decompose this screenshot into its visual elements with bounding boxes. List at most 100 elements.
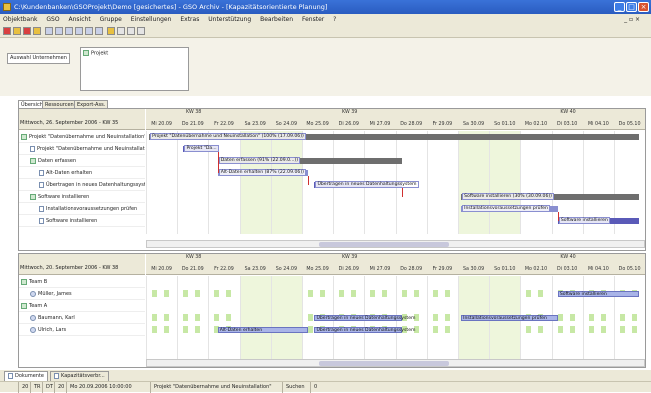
resource-bar-label: Übertragen in neues Datenhaltungssystem [316, 316, 416, 321]
gantt-day-label: Do 28.09 [400, 122, 423, 127]
gantt-bar[interactable]: Software installieren [557, 217, 639, 224]
gantt-grid-line [302, 131, 303, 234]
person-icon [30, 290, 36, 297]
gantt-week-row: KW 38 KW 39 KW 40 [146, 110, 645, 119]
capacity-marker [152, 290, 157, 297]
find-icon[interactable] [137, 27, 145, 35]
resource-bar[interactable]: Software installieren [557, 291, 639, 297]
resource-bar[interactable]: Alt-Daten erhalten [217, 327, 309, 333]
gantt-week-label: KW 40 [560, 110, 576, 115]
menu-item-help[interactable]: ? [333, 16, 336, 23]
gantt-bar-label: Installationsvoraussetzungen prüfen [462, 205, 550, 212]
gantt-tree-row[interactable]: Daten erfassen [19, 155, 145, 167]
resource-tree-label: Team B [29, 279, 48, 285]
close-button[interactable]: × [638, 2, 649, 12]
minimize-button[interactable]: _ [614, 2, 625, 12]
paste-icon[interactable] [95, 27, 103, 35]
capacity-marker [195, 290, 201, 297]
redo-icon[interactable] [127, 27, 135, 35]
open-icon[interactable] [13, 27, 21, 35]
select-company-button[interactable]: Auswahl Unternehmen [7, 53, 70, 64]
menu-item-objektbank[interactable]: Objektbank [3, 16, 37, 23]
gantt-tree-label: Übertragen in neues Datenhaltungssystem [46, 182, 145, 188]
gantt-tree-row[interactable]: Software installieren [19, 191, 145, 203]
gantt-bar[interactable]: Software installieren (30% (30.09.06)) [461, 193, 639, 200]
gantt-tree-row[interactable]: Software installieren [19, 215, 145, 227]
gantt-week-label: KW 39 [342, 110, 358, 115]
menu-item-extras[interactable]: Extras [180, 16, 199, 23]
resource-bar[interactable]: Installationsvoraussetzungen prüfen [461, 315, 558, 321]
group-icon [30, 193, 36, 200]
capacity-marker [339, 290, 345, 297]
menu-item-ansicht[interactable]: Ansicht [69, 16, 91, 23]
capacity-marker [214, 314, 220, 321]
new-icon[interactable] [3, 27, 11, 35]
gantt-grid-line [489, 131, 491, 234]
resource-tree-label: Müller, James [38, 291, 72, 297]
resource-tree-row[interactable]: Team B [19, 276, 145, 288]
resource-bar[interactable]: Übertragen in neues Datenhaltungssystem [314, 327, 416, 333]
menu-item-gruppe[interactable]: Gruppe [100, 16, 122, 23]
resource-tree-label: Ulrich, Lars [38, 327, 67, 333]
gantt-day-label: Mi 20.09 [151, 122, 172, 127]
resource-tree-row[interactable]: Team A [19, 300, 145, 312]
resource-weekend-column [270, 276, 302, 359]
gantt-day-label: Mi 04.10 [588, 122, 609, 127]
gantt-grid-line [551, 131, 553, 234]
gantt-horizontal-scrollbar[interactable] [146, 240, 645, 248]
resource-bar-label: Installationsvoraussetzungen prüfen [463, 316, 547, 321]
capacity-marker [183, 290, 189, 297]
resource-tree-row[interactable]: Baumann, Karl [19, 312, 145, 324]
star-icon[interactable] [107, 27, 115, 35]
resource-horizontal-scrollbar[interactable] [146, 359, 645, 367]
window-title: C:\Kundenbanken\GSOProjekt\Demo [gesiche… [14, 3, 328, 11]
gantt-tree-row[interactable]: Projekt "Datenübernahme und Neuinstallat… [19, 131, 145, 143]
gantt-bar[interactable]: Installationsvoraussetzungen prüfen [461, 205, 558, 212]
print-icon[interactable] [65, 27, 73, 35]
gantt-tree-row[interactable]: Übertragen in neues Datenhaltungssystem [19, 179, 145, 191]
capacity-marker [557, 314, 563, 321]
save-icon[interactable] [55, 27, 63, 35]
resource-day-label: Mi 04.10 [588, 267, 609, 272]
menu-item-einstellungen[interactable]: Einstellungen [131, 16, 172, 23]
task-icon [39, 205, 44, 212]
maximize-button[interactable]: □ [626, 2, 637, 12]
resource-tree-row[interactable]: Ulrich, Lars [19, 324, 145, 336]
resource-bar[interactable]: Übertragen in neues Datenhaltungssystem [314, 315, 416, 321]
delete-icon[interactable] [23, 27, 31, 35]
resource-day-label: So 24.09 [275, 267, 298, 272]
gantt-scroll-thumb[interactable] [319, 242, 449, 247]
menu-item-fenster[interactable]: Fenster [302, 16, 324, 23]
gantt-tree-row[interactable]: Installationsvoraussetzungen prüfen [19, 203, 145, 215]
group-icon [21, 278, 27, 285]
resource-scroll-thumb[interactable] [319, 361, 449, 366]
gantt-bar[interactable]: Alt-Daten erhalten (87% (22.09.06)) [217, 169, 309, 176]
mdi-controls[interactable]: _ ▫ × [624, 14, 640, 25]
gantt-date-label: Mittwoch, 26. September 2006 - KW 35 [20, 120, 119, 126]
resource-grid-line [208, 276, 210, 359]
resource-tree: Team B Müller, James Team A Baumann, Karl Ul… [19, 276, 145, 359]
menu-item-gso[interactable]: GSO [46, 16, 59, 23]
folder-icon[interactable] [33, 27, 41, 35]
capacity-marker [152, 314, 157, 321]
menu-item-bearbeiten[interactable]: Bearbeiten [260, 16, 293, 23]
resource-tree-row[interactable]: Müller, James [19, 288, 145, 300]
gantt-bar[interactable]: Projekt "Datenübernahme und Neuinstallat… [149, 133, 639, 140]
capacity-icon [54, 372, 59, 379]
capacity-marker [432, 290, 438, 297]
gantt-tree-row[interactable]: Projekt "Datenübernahme und Neuinstallat… [19, 143, 145, 155]
gantt-bar[interactable]: Projekt "Da... [183, 145, 219, 152]
cut-icon[interactable] [75, 27, 83, 35]
gantt-grid-line [426, 131, 428, 234]
gantt-weekend-column [489, 131, 521, 234]
capacity-marker [432, 326, 438, 333]
capacity-marker [569, 326, 575, 333]
copy-icon[interactable] [85, 27, 93, 35]
refresh-icon[interactable] [45, 27, 53, 35]
dependency-line [217, 152, 219, 173]
gantt-tree-row[interactable]: Alt-Daten erhalten [19, 167, 145, 179]
undo-icon[interactable] [117, 27, 125, 35]
gantt-bar[interactable]: Übertragen in neues Datenhaltungssystem [314, 181, 419, 188]
menu-item-unterstuetzung[interactable]: Unterstützung [208, 16, 251, 23]
gantt-bar[interactable]: Daten erfassen (91% (22.09.0...)) [217, 157, 402, 164]
